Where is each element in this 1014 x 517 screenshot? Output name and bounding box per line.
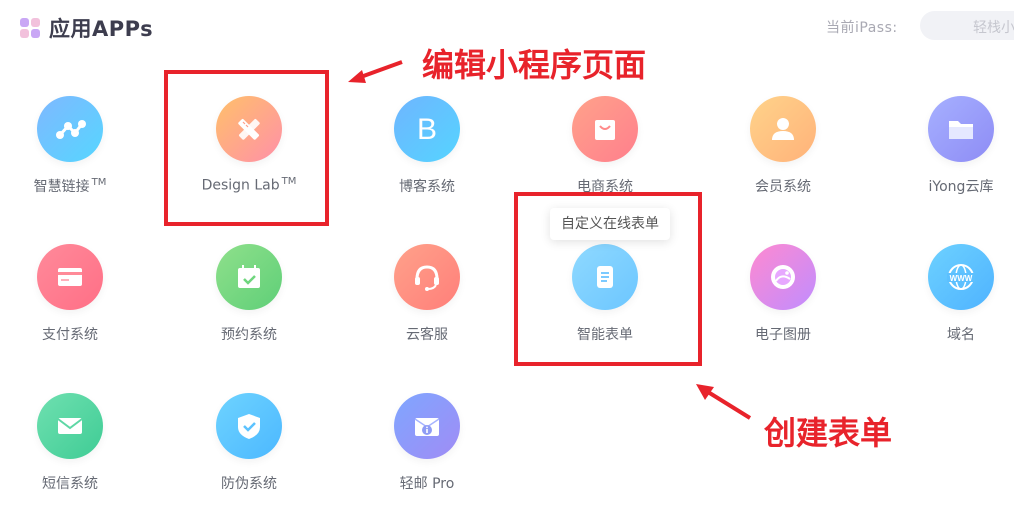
annotation-box-smart-form [514,192,702,366]
link-nodes-icon [37,96,103,162]
annotation-arrow-icon [348,60,403,83]
folder-icon [928,96,994,162]
app-tile-ecommerce[interactable]: 电商系统 [530,96,680,206]
app-label: 域名 [947,327,975,343]
app-tile-payment[interactable]: 支付系统 [0,244,145,354]
svg-text:B: B [417,113,437,146]
trademark-mark: TM [91,177,107,189]
mail-info-icon [394,393,460,459]
app-tile-sms[interactable]: 短信系统 [0,393,145,503]
app-label: 会员系统 [755,179,811,195]
apps-logo-icon [20,18,40,38]
app-label: 电子图册 [755,327,811,343]
app-label: iYong云库 [928,179,994,195]
app-label: 轻邮 Pro [399,476,455,492]
app-label: 博客系统 [399,179,455,195]
app-label: 预约系统 [221,327,277,343]
annotation-arrow-icon [696,384,752,420]
ipass-label: 当前iPass: [826,20,898,36]
annotation-create-form: 创建表单 [764,414,893,452]
app-tile-mail-pro[interactable]: 轻邮 Pro [352,393,502,503]
album-icon [750,244,816,310]
app-label: 短信系统 [42,476,98,492]
app-label: 智慧链接 [33,179,90,195]
app-tile-membership[interactable]: 会员系统 [708,96,858,206]
shopping-bag-icon [572,96,638,162]
globe-www-icon: WWW [928,244,994,310]
calendar-check-icon [216,244,282,310]
annotation-edit-pages: 编辑小程序页面 [422,46,647,84]
app-tile-blog[interactable]: B 博客系统 [352,96,502,206]
app-tile-booking[interactable]: 预约系统 [174,244,324,354]
mail-icon [37,393,103,459]
app-tile-smart-link[interactable]: 智慧链接 TM [0,96,145,206]
app-tile-cloud-storage[interactable]: iYong云库 [886,96,1014,206]
card-icon [37,244,103,310]
app-label: 云客服 [406,327,448,343]
app-tile-customer-service[interactable]: 云客服 [352,244,502,354]
ipass-value: 轻栈小 [973,20,1014,36]
headset-icon [394,244,460,310]
svg-text:WWW: WWW [950,274,973,283]
app-tile-anti-counterfeit[interactable]: 防伪系统 [174,393,324,503]
ipass-selector[interactable]: 轻栈小 [920,11,1014,40]
app-label: 防伪系统 [221,476,277,492]
app-tile-e-album[interactable]: 电子图册 [708,244,858,354]
blog-b-icon: B [394,96,460,162]
user-icon [750,96,816,162]
annotation-box-design-lab [164,70,329,226]
app-tile-domain[interactable]: WWW 域名 [886,244,1014,354]
app-label: 支付系统 [42,327,98,343]
page-title: 应用APPs [49,17,154,41]
shield-check-icon [216,393,282,459]
